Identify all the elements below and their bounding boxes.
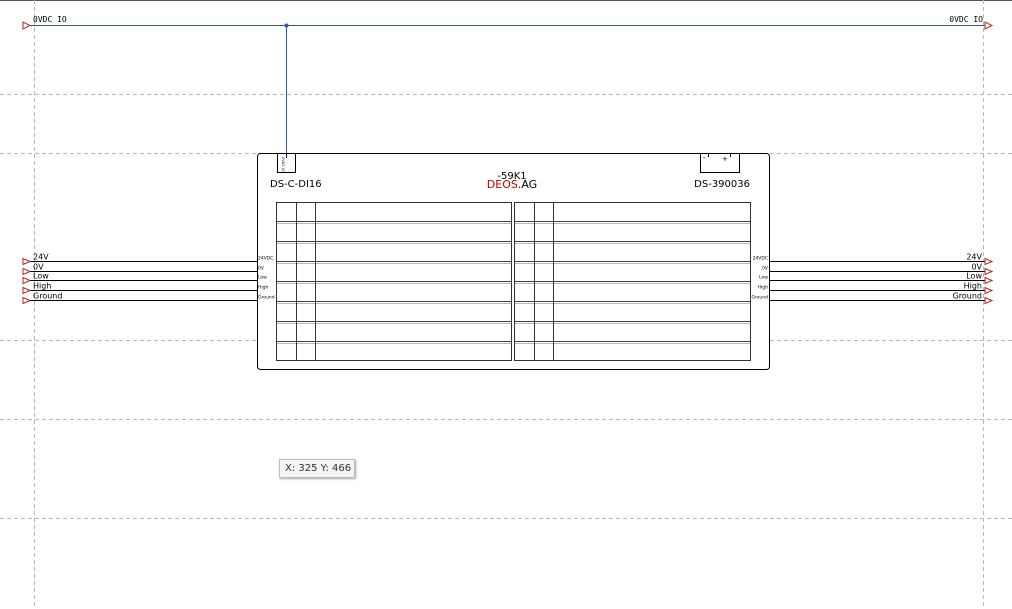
left-signal-low[interactable]: Low (22, 272, 258, 285)
module-brand: DEOS.AG (487, 178, 537, 191)
signal-arrow-icon (984, 257, 994, 266)
signal-arrow-icon (22, 257, 32, 266)
left-signal-wires[interactable]: 24V0VLowHighGround (22, 253, 258, 305)
signal-label: High (33, 282, 51, 291)
terminal-table-right (514, 202, 751, 361)
left-signal-0v[interactable]: 0V (22, 263, 258, 276)
left-signal-ground[interactable]: Ground (22, 292, 258, 305)
bus-junction-dot (284, 23, 289, 28)
terminal-table-left (276, 202, 512, 361)
right-signal-ground[interactable]: Ground (769, 292, 994, 305)
bus-right-arrow-icon (984, 21, 994, 30)
bus-left-arrow-icon (22, 21, 32, 30)
right-signal-wires[interactable]: 24V0VLowHighGround (769, 253, 994, 305)
signal-label: 24V (33, 253, 49, 262)
bus-0vdc-io[interactable]: 0VDC IO 0VDC IO (22, 15, 994, 155)
port-label: 0V (762, 266, 769, 272)
right-signal-low[interactable]: Low (769, 272, 994, 285)
signal-arrow-icon (984, 276, 994, 285)
signal-arrow-icon (984, 286, 994, 295)
module-brand-suffix: .AG (518, 178, 537, 191)
cursor-coordinates-tooltip: X: 325 Y: 466 (279, 459, 355, 478)
port-label: 24VDC (258, 256, 273, 262)
bus-left-label: 0VDC IO (33, 15, 67, 24)
right-signal-24v[interactable]: 24V (769, 253, 994, 266)
signal-label: Low (33, 272, 49, 281)
signal-arrow-icon (22, 286, 32, 295)
right-signal-0v[interactable]: 0V (769, 263, 994, 276)
port-label: Ground (258, 295, 275, 301)
port-label: 0V (258, 266, 265, 272)
port-label: Low (759, 275, 768, 281)
signal-label: 0V (33, 263, 44, 272)
signal-arrow-icon (22, 276, 32, 285)
signal-label: Ground (33, 292, 62, 301)
bus-right-label: 0VDC IO (949, 15, 983, 24)
port-label: 24VDC (753, 256, 768, 262)
port-label: Ground (751, 295, 768, 301)
left-signal-24v[interactable]: 24V (22, 253, 258, 266)
port-label: High (258, 285, 268, 291)
top-right-connector-plus: + (722, 155, 728, 163)
schematic-canvas[interactable]: 0VDC IO 0VDC IO 0VDC IO - + -59K1 DEOS.A… (0, 0, 1012, 609)
signal-label: 0V (971, 263, 982, 272)
module-left-model: DS-C-DI16 (270, 179, 322, 190)
module-right-model: DS-390036 (694, 179, 750, 190)
top-right-connector[interactable] (700, 153, 740, 173)
signal-label: Low (966, 272, 982, 281)
signal-arrow-icon (984, 296, 994, 305)
module-59k1[interactable]: 0VDC IO - + -59K1 DEOS.AG DS-C-DI16 DS-3… (257, 153, 770, 370)
signal-arrow-icon (984, 267, 994, 276)
signal-label: 24V (966, 253, 982, 262)
port-label: High (758, 285, 768, 291)
signal-arrow-icon (22, 267, 32, 276)
port-label: Low (258, 275, 267, 281)
signal-label: High (964, 282, 982, 291)
signal-arrow-icon (22, 296, 32, 305)
signal-label: Ground (953, 292, 982, 301)
top-left-connector-label: 0VDC IO (281, 157, 285, 172)
module-brand-red: DEOS (487, 178, 518, 191)
